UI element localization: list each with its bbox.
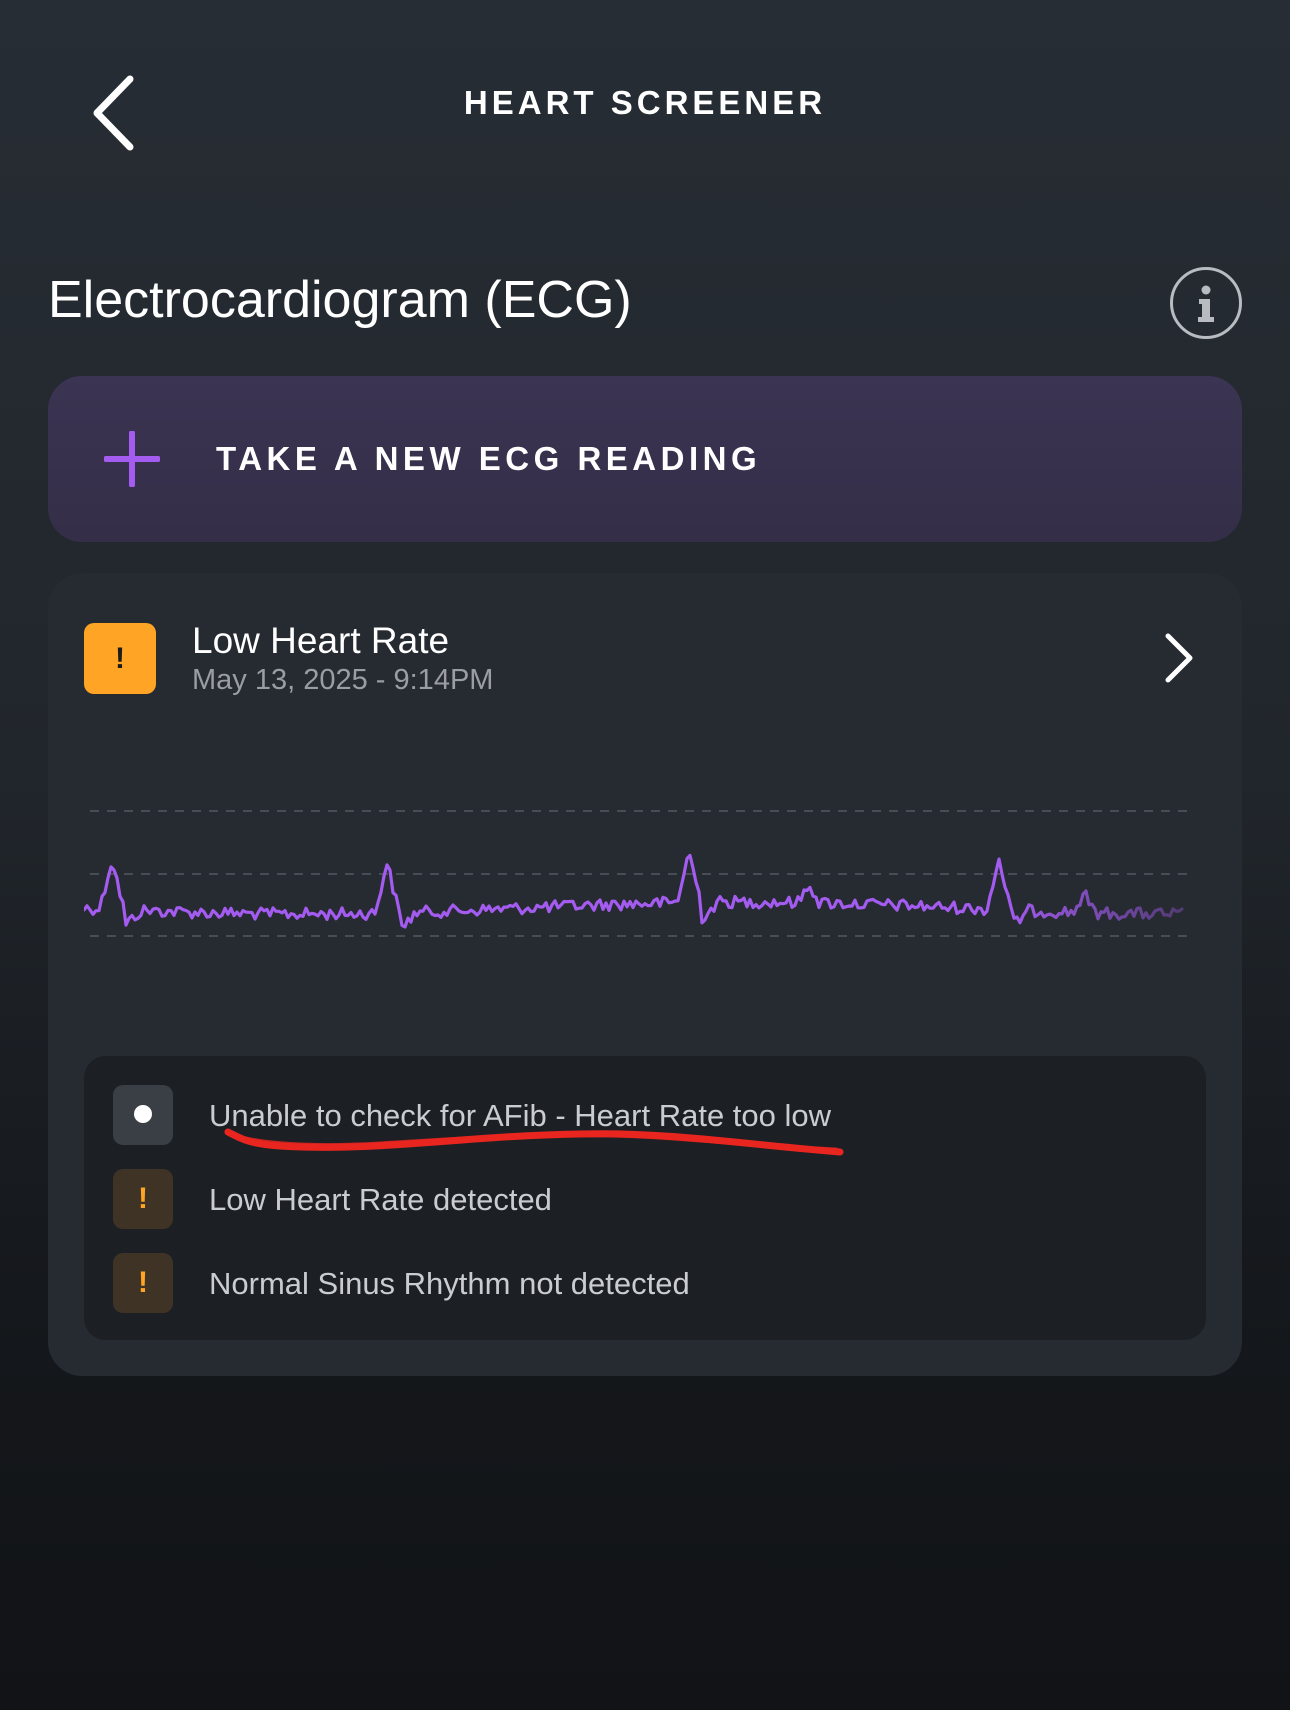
finding-text: Normal Sinus Rhythm not detected bbox=[209, 1266, 690, 1301]
info-button[interactable] bbox=[1170, 267, 1242, 339]
result-title: Low Heart Rate bbox=[192, 620, 450, 661]
take-new-reading-label: TAKE A NEW ECG READING bbox=[216, 440, 762, 477]
ecg-trace bbox=[84, 853, 1184, 929]
finding-text: Low Heart Rate detected bbox=[209, 1182, 552, 1217]
warning-icon: ! bbox=[113, 1169, 173, 1229]
red-underline-annotation bbox=[224, 1128, 844, 1156]
page-title: Electrocardiogram (ECG) bbox=[48, 271, 632, 329]
info-icon bbox=[1198, 285, 1214, 322]
warning-icon: ! bbox=[113, 1253, 173, 1313]
dot-icon bbox=[113, 1085, 173, 1145]
header-title: HEART SCREENER bbox=[463, 84, 827, 121]
chevron-right-icon[interactable] bbox=[1158, 630, 1198, 686]
warning-badge: ! bbox=[84, 623, 156, 694]
plus-icon bbox=[104, 431, 160, 487]
ecg-waveform-chart bbox=[84, 810, 1188, 937]
result-date: May 13, 2025 - 9:14PM bbox=[192, 664, 494, 696]
